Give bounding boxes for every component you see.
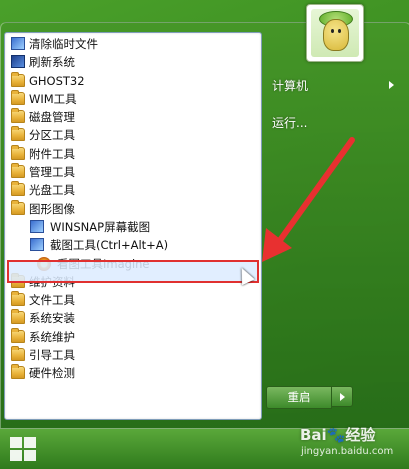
start-button[interactable] <box>10 437 38 463</box>
annotation-arrow-shaft <box>275 137 355 246</box>
annotation-arrow <box>262 137 355 262</box>
windows-logo-pane <box>10 437 22 448</box>
windows-logo-pane <box>24 450 36 461</box>
windows-logo-pane <box>10 450 22 461</box>
watermark-url: jingyan.baidu.com <box>301 446 394 457</box>
windows-logo-pane <box>24 437 36 448</box>
watermark-brand: Bai🐾经验 <box>300 426 376 444</box>
